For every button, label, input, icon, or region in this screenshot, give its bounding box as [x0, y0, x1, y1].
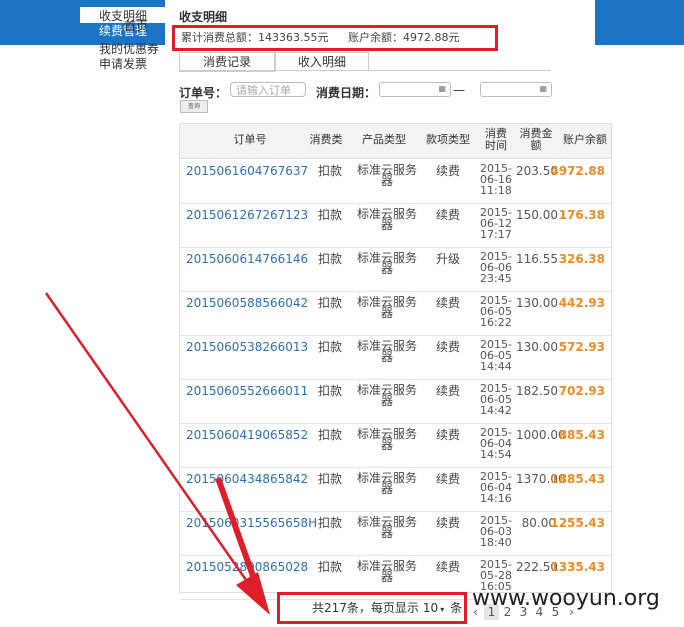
annotation-arrow: [44, 292, 270, 615]
